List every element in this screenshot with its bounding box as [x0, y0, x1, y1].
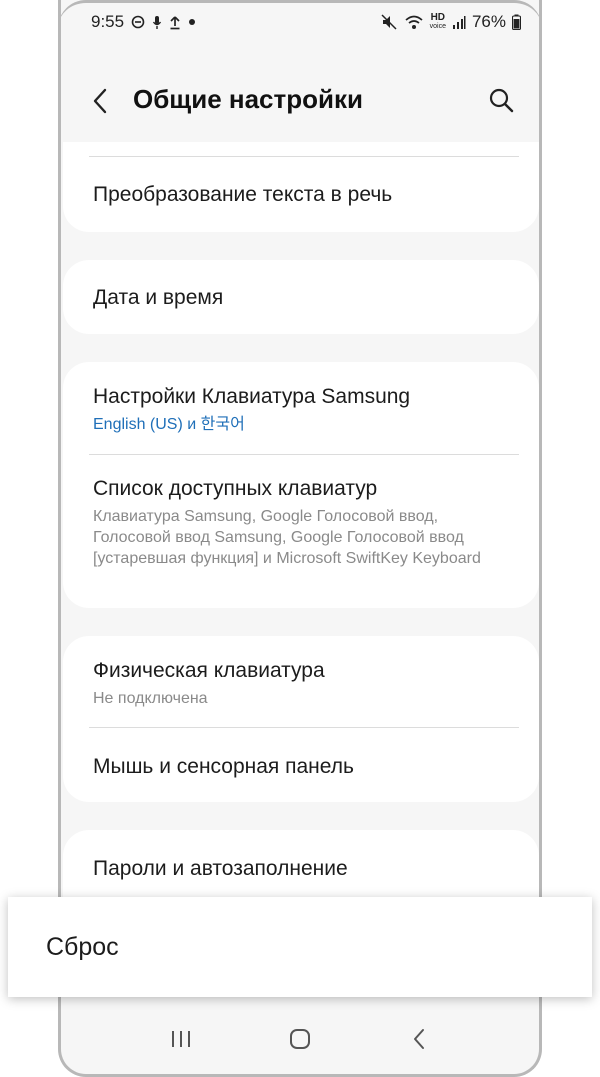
settings-item-title: Преобразование текста в речь — [93, 183, 393, 206]
divider — [89, 454, 519, 455]
hd-voice-icon: HD voice — [430, 13, 446, 31]
back-button[interactable] — [83, 84, 117, 118]
navigation-bar — [61, 1004, 539, 1074]
mic-icon — [152, 15, 162, 30]
chevron-left-icon — [93, 88, 107, 114]
battery-icon — [512, 14, 521, 30]
settings-item-title: Список доступных клавиатур — [93, 477, 378, 500]
settings-item-subtitle: English (US) и 한국어 — [93, 416, 245, 433]
settings-item-title: Пароли и автозаполнение — [93, 857, 348, 880]
upload-icon — [169, 15, 181, 30]
settings-item-title: Мышь и сенсорная панель — [93, 755, 354, 778]
settings-item-mouse-touchpad[interactable]: Мышь и сенсорная панель — [93, 754, 519, 780]
status-bar: 9:55 HD voice 76% — [91, 8, 521, 36]
settings-item-subtitle: Клавиатура Samsung, Google Голосовой вво… — [93, 508, 481, 567]
nav-home-button[interactable] — [270, 1014, 330, 1064]
recents-icon — [171, 1031, 190, 1047]
signal-icon — [452, 15, 466, 30]
settings-item-title: Настройки Клавиатура Samsung — [93, 385, 411, 408]
home-icon — [289, 1029, 310, 1049]
settings-card-keyboards: Настройки Клавиатура Samsung English (US… — [63, 362, 539, 608]
hd-label: HD — [430, 12, 446, 23]
divider — [89, 727, 519, 728]
dnd-icon — [131, 15, 145, 29]
settings-card-input-devices: Физическая клавиатура Не подключена Мышь… — [63, 636, 539, 802]
nav-recents-button[interactable] — [151, 1014, 211, 1064]
settings-item-title: Дата и время — [93, 286, 224, 309]
settings-item-subtitle: Не подключена — [93, 690, 208, 707]
settings-item-samsung-keyboard[interactable]: Настройки Клавиатура Samsung English (US… — [93, 384, 519, 435]
battery-percent: 76% — [471, 12, 506, 31]
search-icon — [489, 88, 514, 113]
settings-item-title: Физическая клавиатура — [93, 659, 325, 682]
nav-back-button[interactable] — [389, 1014, 449, 1064]
mute-icon — [381, 14, 398, 30]
voice-label: voice — [429, 23, 446, 30]
search-button[interactable] — [483, 82, 519, 118]
settings-item-physical-keyboard[interactable]: Физическая клавиатура Не подключена — [93, 658, 519, 709]
settings-item-keyboard-list[interactable]: Список доступных клавиатур Клавиатура Sa… — [93, 476, 519, 569]
status-time: 9:55 — [91, 12, 125, 31]
notification-dot-icon — [188, 18, 196, 26]
app-bar: Общие настройки — [61, 70, 539, 132]
settings-card-datetime: Дата и время — [63, 260, 539, 334]
divider — [89, 156, 519, 157]
settings-item-passwords-autofill[interactable]: Пароли и автозаполнение — [93, 856, 519, 882]
reset-label: Сброс — [46, 932, 119, 961]
settings-item-tts[interactable]: Преобразование текста в речь — [93, 182, 519, 208]
settings-item-reset-highlight[interactable]: Сброс — [8, 897, 592, 997]
back-icon — [414, 1029, 425, 1049]
wifi-icon — [404, 14, 424, 30]
settings-card-tts: Преобразование текста в речь — [63, 142, 539, 232]
page-title: Общие настройки — [133, 84, 363, 114]
settings-item-datetime[interactable]: Дата и время — [93, 285, 519, 311]
